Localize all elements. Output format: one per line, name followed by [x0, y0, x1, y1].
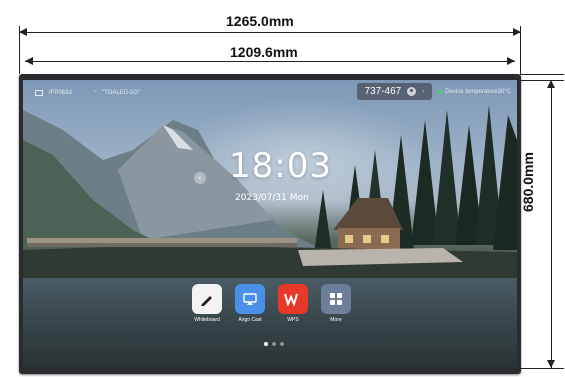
status-dot-icon: [438, 89, 443, 94]
overall-width-tick-right: [520, 26, 521, 74]
status-bar-right: 737-467 › Device temperature30°C: [356, 83, 511, 100]
chevron-icon: ›: [422, 88, 425, 95]
interactive-display: IFP063d ◝ "TOALED-5G" 737-467 › Device t…: [19, 74, 521, 374]
page-indicator: [264, 342, 284, 346]
device-temp-text: Device temperature30°C: [445, 88, 511, 95]
app-label: More: [330, 317, 342, 323]
app-dock: Whiteboard Airgo Cast WPS More: [191, 284, 352, 323]
home-screen: IFP063d ◝ "TOALED-5G" 737-467 › Device t…: [23, 80, 517, 368]
height-tick-top: [520, 80, 564, 81]
cast-code-pill[interactable]: 737-467 ›: [356, 83, 433, 100]
wifi-name: "TOALED-5G": [102, 89, 141, 96]
height-line: [551, 80, 552, 368]
grid-icon: [321, 284, 351, 314]
app-label: WPS: [287, 317, 299, 323]
app-label: Airgo Cast: [238, 317, 262, 323]
overall-width-line: [19, 32, 521, 33]
app-label: Whiteboard: [194, 317, 220, 323]
screen-width-arrow-left: [25, 57, 33, 65]
device-id: IFP063d: [49, 89, 72, 96]
height-arrow-down: [547, 360, 555, 368]
wifi-icon: ◝: [93, 90, 97, 96]
cast-code: 737-467: [364, 86, 402, 97]
screen-width-arrow-right: [507, 57, 515, 65]
device-temperature: Device temperature30°C: [438, 89, 511, 95]
clock-date: 2023/07/31 Mon: [235, 193, 309, 203]
page-dot[interactable]: [272, 342, 276, 346]
page-dot[interactable]: [264, 342, 268, 346]
overall-width-label: 1265.0mm: [226, 13, 294, 29]
app-airgo-cast[interactable]: Airgo Cast: [234, 284, 266, 323]
height-tick-bottom: [520, 368, 564, 369]
app-wps[interactable]: WPS: [277, 284, 309, 323]
height-label: 680.0mm: [520, 152, 536, 212]
screen-width-label: 1209.6mm: [230, 44, 298, 60]
clock-time: 18:03: [229, 146, 332, 186]
page-dot[interactable]: [280, 342, 284, 346]
screen-width-line: [25, 61, 515, 62]
overall-width-arrow-left: [19, 28, 27, 36]
wps-icon: [278, 284, 308, 314]
cast-icon: [235, 284, 265, 314]
top-edge-tick: [520, 74, 564, 75]
overall-width-tick-left: [19, 26, 20, 74]
app-whiteboard[interactable]: Whiteboard: [191, 284, 223, 323]
status-bar-left: IFP063d ◝ "TOALED-5G": [35, 89, 140, 96]
chevron-left-icon[interactable]: ‹: [194, 172, 206, 184]
user-icon: [407, 87, 417, 96]
display-icon: [35, 89, 43, 96]
app-more[interactable]: More: [320, 284, 352, 323]
height-arrow-up: [547, 80, 555, 88]
pen-icon: [192, 284, 222, 314]
